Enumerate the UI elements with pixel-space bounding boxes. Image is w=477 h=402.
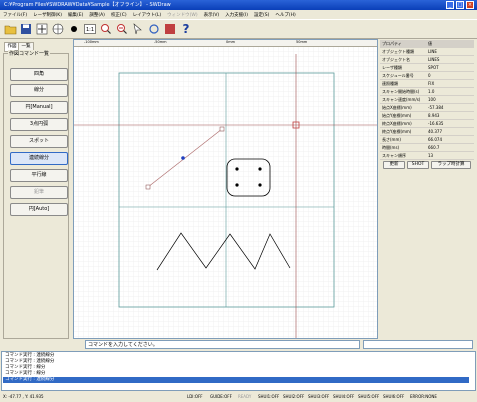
status-item: GUIDE:OFF [210, 394, 232, 399]
status-item: SHUI6:OFF [383, 394, 405, 399]
spot-point [258, 183, 262, 187]
status-item: SHUI1:OFF [258, 394, 280, 399]
property-row[interactable]: 始点Y座標(mm) 8.943 [380, 112, 474, 120]
property-row[interactable]: スキャン開始時間(s) 1.0 [380, 88, 474, 96]
property-header: プロパティ 値 [380, 40, 474, 48]
property-row[interactable]: 長さ(mm) 66.074 [380, 136, 474, 144]
command-panel: 作図 一覧 作図コマンド一覧 四角 線分 円[Manual] 3点円弧 スポット… [0, 39, 72, 339]
spot-point [235, 183, 239, 187]
command-group: 作図コマンド一覧 四角 線分 円[Manual] 3点円弧 スポット 連続線分 … [3, 50, 69, 339]
update-button[interactable]: 更新 [383, 161, 405, 169]
cmd-parallel-button[interactable]: 平行線 [10, 169, 68, 182]
point-icon[interactable] [67, 22, 81, 36]
move-icon[interactable] [35, 22, 49, 36]
menu-help[interactable]: ヘルプ(H) [275, 12, 295, 18]
title-bar: C:¥Program Files¥SWDRAW¥Data¥Sample【オフライ… [0, 0, 477, 10]
status-item: SHUI2:OFF [283, 394, 305, 399]
property-row[interactable]: スキャン速度(mm/s) 100 [380, 96, 474, 104]
maximize-button[interactable]: □ [456, 1, 464, 9]
menu-settings[interactable]: 設定(S) [254, 12, 269, 18]
property-panel: プロパティ 値 オブジェクト種類 LINE オブジェクト名 LINES レーザ種類 S… [379, 39, 477, 339]
menu-calib[interactable]: 校正(C) [111, 12, 127, 18]
select-arrow-icon[interactable] [131, 22, 145, 36]
coord-readout: X: -47.77 , Y: 41.935 [3, 394, 44, 399]
property-row[interactable]: 終点Y座標(mm) 40.377 [380, 128, 474, 136]
command-value-input[interactable] [363, 340, 473, 349]
property-row[interactable]: レーザ種類 SPOT [380, 64, 474, 72]
status-item: READY [238, 394, 252, 399]
menu-layout[interactable]: レイアウト(L) [133, 12, 162, 18]
status-item: ERROR:NONE [410, 394, 437, 399]
window-title: C:¥Program Files¥SWDRAW¥Data¥Sample【オフライ… [4, 2, 171, 8]
menu-bar: ファイル(F) レーザ制御(K) 編集(E) 調整(A) 校正(C) レイアウト… [0, 10, 477, 19]
command-bar: コマンドを入力してください。 [0, 339, 477, 351]
status-item: SHUI4:OFF [333, 394, 355, 399]
ruler-label: 0mm [226, 40, 236, 44]
status-item: SHUI3:OFF [308, 394, 330, 399]
stop-icon[interactable] [163, 22, 177, 36]
menu-view[interactable]: 表示(V) [204, 12, 220, 18]
spot-point [258, 167, 262, 171]
one-to-one-icon[interactable]: 1:1 [83, 22, 97, 36]
zoom-in-icon[interactable] [99, 22, 113, 36]
ruler-label: 50mm [296, 40, 308, 44]
canvas-svg [74, 47, 377, 338]
cmd-spot-button[interactable]: スポット [10, 135, 68, 148]
shot-button[interactable]: SHOT [407, 161, 429, 169]
property-row[interactable]: オブジェクト名 LINES [380, 56, 474, 64]
menu-edit[interactable]: 編集(E) [68, 12, 83, 18]
property-row[interactable]: 始点X座標(mm) -57.384 [380, 104, 474, 112]
cmd-circle-manual-button[interactable]: 円[Manual] [10, 101, 68, 114]
grid [74, 47, 377, 338]
close-button[interactable]: × [466, 1, 474, 9]
menu-input[interactable]: 入力支援(I) [225, 12, 248, 18]
log-line-selected: コマンド実行 : 連続線分 [3, 377, 469, 383]
status-item: LDI:OFF [187, 394, 203, 399]
help-icon[interactable]: ? [179, 22, 193, 36]
spot-point [235, 167, 239, 171]
property-row[interactable]: スケジュール番号 0 [380, 72, 474, 80]
menu-window[interactable]: ウィンドウ(W) [167, 12, 197, 18]
line-end-handle[interactable] [219, 126, 225, 132]
refresh-icon[interactable] [147, 22, 161, 36]
zoom-out-icon[interactable] [115, 22, 129, 36]
cmd-rectangle-button[interactable]: 四角 [10, 68, 68, 81]
line-start-handle[interactable] [145, 184, 151, 190]
drawing-canvas[interactable]: -100mm -50mm 0mm 50mm [73, 39, 378, 339]
cmd-polyline-button[interactable]: 連続線分 [10, 152, 68, 165]
property-row[interactable]: 連照種類 FIX [380, 80, 474, 88]
property-header-value: 値 [428, 41, 432, 46]
status-item: SHUI5:OFF [358, 394, 380, 399]
menu-file[interactable]: ファイル(F) [3, 12, 27, 18]
grid-icon[interactable] [51, 22, 65, 36]
property-header-key: プロパティ [382, 41, 402, 46]
toolbar: 1:1 ? [0, 19, 477, 39]
command-group-title: 作図コマンド一覧 [8, 50, 51, 57]
minimize-button[interactable]: _ [446, 1, 454, 9]
lap-time-button[interactable]: ラップ時計算 [431, 161, 471, 169]
property-row[interactable]: オブジェクト種類 LINE [380, 48, 474, 56]
status-bar: X: -47.77 , Y: 41.935 LDI:OFF GUIDE:OFF … [0, 391, 477, 402]
cmd-circle-auto-button[interactable]: 円[Auto] [10, 203, 68, 216]
property-row[interactable]: 時間(ms) 660.7 [380, 144, 474, 152]
command-input[interactable]: コマンドを入力してください。 [85, 340, 360, 349]
save-icon[interactable] [19, 22, 33, 36]
open-folder-icon[interactable] [3, 22, 17, 36]
line-midpoint [181, 156, 185, 160]
svg-text:1:1: 1:1 [86, 27, 94, 33]
property-row[interactable]: スキャン順序 13 [380, 152, 474, 160]
ruler-label: -50mm [154, 40, 167, 44]
ruler-label: -100mm [84, 40, 99, 44]
cmd-line-button[interactable]: 線分 [10, 84, 68, 97]
property-row[interactable]: 終点X座標(mm) -16.635 [380, 120, 474, 128]
cmd-pencil-button[interactable]: 鉛筆 [10, 186, 68, 199]
menu-laser[interactable]: レーザ制御(K) [33, 12, 62, 18]
cmd-arc3-button[interactable]: 3点円弧 [10, 118, 68, 131]
menu-adjust[interactable]: 調整(A) [89, 12, 105, 18]
ruler: -100mm -50mm 0mm 50mm [74, 40, 377, 47]
command-log[interactable]: コマンド実行 : 連続線分 コマンド実行 : 連続線分 コマンド実行 : 線分 … [1, 351, 476, 391]
